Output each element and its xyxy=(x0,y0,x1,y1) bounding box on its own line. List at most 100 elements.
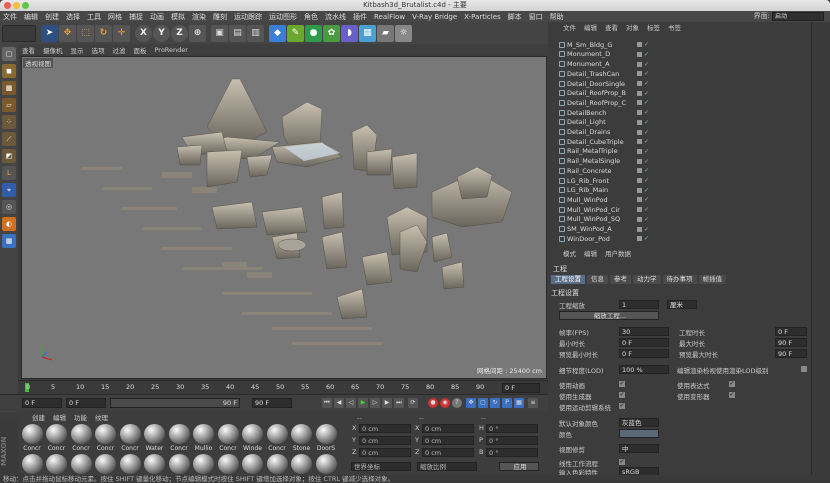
menu-item-11[interactable]: 运动跟踪 xyxy=(234,12,262,22)
object-menu-2[interactable]: 查看 xyxy=(605,22,618,32)
prev-frame-icon[interactable]: ◁ xyxy=(346,398,356,408)
render-picture-viewer-icon[interactable]: ▤ xyxy=(229,24,246,42)
visibility-dot[interactable] xyxy=(637,158,642,164)
transform-tool-icon[interactable]: ✛ xyxy=(113,24,130,42)
enabled-check-icon[interactable]: ✓ xyxy=(644,109,649,116)
visibility-dot[interactable] xyxy=(637,148,642,154)
enabled-check-icon[interactable]: ✓ xyxy=(644,148,649,155)
menu-item-0[interactable]: 文件 xyxy=(3,12,17,22)
rotation-field[interactable]: 0 ° xyxy=(486,436,538,445)
polygons-mode-icon[interactable]: ◩ xyxy=(2,149,16,163)
material-swatch[interactable]: Stone xyxy=(290,424,314,452)
points-mode-icon[interactable]: ⁘ xyxy=(2,115,16,129)
layout-select[interactable]: 启动 xyxy=(772,12,824,21)
object-row[interactable]: M_Sm_Bldg_G ✓ xyxy=(549,40,810,50)
rotation-field[interactable]: 0 ° xyxy=(486,424,538,433)
visibility-dot[interactable] xyxy=(637,51,642,57)
size-field[interactable]: 0 cm xyxy=(422,424,474,433)
material-swatch[interactable]: Concr xyxy=(94,424,118,452)
tweak-mode-icon[interactable]: ⌖ xyxy=(2,183,16,197)
coord-mode-select[interactable]: 世界坐标 xyxy=(351,462,411,471)
menu-item-6[interactable]: 捕捉 xyxy=(129,12,143,22)
object-row[interactable]: Monument_D ✓ xyxy=(549,50,810,60)
goto-end-icon[interactable]: ⏭ xyxy=(394,398,404,408)
color-swatch[interactable] xyxy=(619,429,659,438)
object-row[interactable]: Detail_TrashCan ✓ xyxy=(549,69,810,79)
linear-workflow-checkbox[interactable]: ✓ xyxy=(619,459,625,465)
attribute-menu-2[interactable]: 用户数据 xyxy=(605,248,631,258)
material-menu-1[interactable]: 编辑 xyxy=(53,412,66,422)
object-row[interactable]: Mull_WinPod ✓ xyxy=(549,195,810,205)
next-key-icon[interactable]: ▶ xyxy=(382,398,392,408)
coord-scale-select[interactable]: 缩放比例 xyxy=(417,462,477,471)
object-menu-3[interactable]: 对象 xyxy=(626,22,639,32)
next-frame-icon[interactable]: ▷ xyxy=(370,398,380,408)
viewport-menu-2[interactable]: 显示 xyxy=(71,45,84,55)
object-row[interactable]: WinDoor_Pod ✓ xyxy=(549,234,810,244)
enabled-check-icon[interactable]: ✓ xyxy=(644,99,649,106)
rotation-key-icon[interactable]: ↻ xyxy=(490,398,500,408)
floor-icon[interactable]: ▦ xyxy=(359,24,376,42)
object-row[interactable]: Rail_MetalSingle ✓ xyxy=(549,156,810,166)
default-color-select[interactable]: 灰蓝色 xyxy=(619,418,659,427)
enabled-check-icon[interactable]: ✓ xyxy=(644,206,649,213)
position-field[interactable]: 0 cm xyxy=(359,448,411,457)
visibility-dot[interactable] xyxy=(637,168,642,174)
object-row[interactable]: SM_WinPod_A ✓ xyxy=(549,224,810,234)
enabled-check-icon[interactable]: ✓ xyxy=(644,167,649,174)
edges-mode-icon[interactable]: ⟋ xyxy=(2,132,16,146)
menu-item-14[interactable]: 流水线 xyxy=(325,12,346,22)
viewport-menu-4[interactable]: 过滤 xyxy=(113,45,126,55)
render-settings-icon[interactable]: ▥ xyxy=(247,24,264,42)
attribute-menu-1[interactable]: 编辑 xyxy=(584,248,597,258)
material-swatch[interactable]: Concr xyxy=(216,424,240,452)
record-icon[interactable]: ● xyxy=(428,398,438,408)
visibility-dot[interactable] xyxy=(637,119,642,125)
maximize-window-icon[interactable] xyxy=(22,2,29,9)
menu-item-20[interactable]: 窗口 xyxy=(529,12,543,22)
visibility-dot[interactable] xyxy=(637,226,642,232)
visibility-dot[interactable] xyxy=(637,71,642,77)
enabled-check-icon[interactable]: ✓ xyxy=(644,90,649,97)
y-axis-lock-button[interactable]: Y xyxy=(153,24,170,42)
pen-spline-icon[interactable]: ✎ xyxy=(287,24,304,42)
select-cursor-icon[interactable]: ➤ xyxy=(41,24,58,42)
scale-project-button[interactable]: 缩放工程... xyxy=(559,311,659,320)
enabled-check-icon[interactable]: ✓ xyxy=(644,51,649,58)
attribute-tab-3[interactable]: 动力学 xyxy=(633,275,661,284)
enabled-check-icon[interactable]: ✓ xyxy=(644,70,649,77)
array-icon[interactable]: ✿ xyxy=(323,24,340,42)
object-menu-5[interactable]: 书签 xyxy=(668,22,681,32)
current-frame-field[interactable]: 0 F xyxy=(66,398,106,408)
render-lod-checkbox[interactable] xyxy=(801,366,807,372)
rotation-field[interactable]: 0 ° xyxy=(486,448,538,457)
enabled-check-icon[interactable]: ✓ xyxy=(644,80,649,87)
menu-item-4[interactable]: 工具 xyxy=(87,12,101,22)
use-motion-checkbox[interactable]: ✓ xyxy=(619,403,625,409)
menu-item-19[interactable]: 脚本 xyxy=(508,12,522,22)
fps-field[interactable]: 30 xyxy=(619,327,669,336)
menu-item-7[interactable]: 动画 xyxy=(150,12,164,22)
attribute-tab-1[interactable]: 信息 xyxy=(587,275,608,284)
object-menu-1[interactable]: 编辑 xyxy=(584,22,597,32)
size-field[interactable]: 0 cm xyxy=(422,436,474,445)
visibility-dot[interactable] xyxy=(637,90,642,96)
material-swatch[interactable]: Mullio xyxy=(192,424,216,452)
menu-item-9[interactable]: 渲染 xyxy=(192,12,206,22)
menu-item-8[interactable]: 模拟 xyxy=(171,12,185,22)
material-menu-0[interactable]: 创建 xyxy=(32,412,45,422)
enabled-check-icon[interactable]: ✓ xyxy=(644,129,649,136)
snap-icon[interactable]: ◎ xyxy=(2,200,16,214)
use-generators-checkbox[interactable]: ✓ xyxy=(619,392,625,398)
menu-item-18[interactable]: X-Particles xyxy=(464,13,500,21)
material-swatch[interactable]: Water xyxy=(143,424,167,452)
material-swatch[interactable]: Concr xyxy=(20,424,44,452)
light-icon[interactable]: ☼ xyxy=(395,24,412,42)
visibility-dot[interactable] xyxy=(637,197,642,203)
enabled-check-icon[interactable]: ✓ xyxy=(644,235,649,242)
viewport-menu-1[interactable]: 摄像机 xyxy=(43,45,63,55)
scale-field[interactable]: 1 xyxy=(619,300,659,309)
viewport-menu-6[interactable]: ProRender xyxy=(155,46,188,54)
material-swatch[interactable]: Concr xyxy=(45,424,69,452)
attribute-menu-0[interactable]: 模式 xyxy=(563,248,576,258)
